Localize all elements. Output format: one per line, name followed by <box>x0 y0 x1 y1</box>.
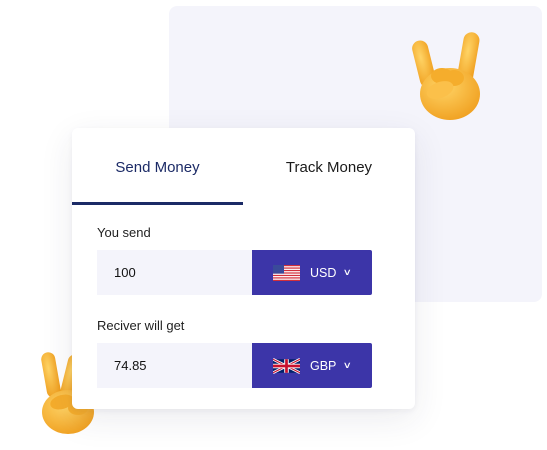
rock-hand-emoji-icon <box>412 32 480 120</box>
receive-row: GBP ∨ <box>97 343 372 388</box>
receive-currency-select[interactable]: GBP ∨ <box>252 343 372 388</box>
send-row: USD ∨ <box>97 250 372 295</box>
money-transfer-card: Send Money Track Money You send USD ∨ <box>72 128 415 409</box>
send-amount-label: You send <box>97 225 151 240</box>
send-amount-input[interactable] <box>97 250 252 295</box>
tab-track-money[interactable]: Track Money <box>243 128 415 206</box>
chevron-down-icon: ∨ <box>343 360 353 370</box>
tab-send-money[interactable]: Send Money <box>72 128 243 206</box>
receive-amount-input[interactable] <box>97 343 252 388</box>
active-tab-indicator <box>72 202 243 205</box>
chevron-down-icon: ∨ <box>343 267 353 277</box>
send-currency-select[interactable]: USD ∨ <box>252 250 372 295</box>
send-currency-code: USD <box>310 265 337 280</box>
receive-currency-code: GBP <box>310 358 337 373</box>
tab-send-money-label: Send Money <box>115 158 200 176</box>
tab-track-money-label: Track Money <box>285 158 373 176</box>
uk-flag-icon <box>273 357 300 374</box>
receive-amount-label: Reciver will get <box>97 318 185 333</box>
us-flag-icon <box>273 264 300 281</box>
tab-bar: Send Money Track Money <box>72 128 415 206</box>
